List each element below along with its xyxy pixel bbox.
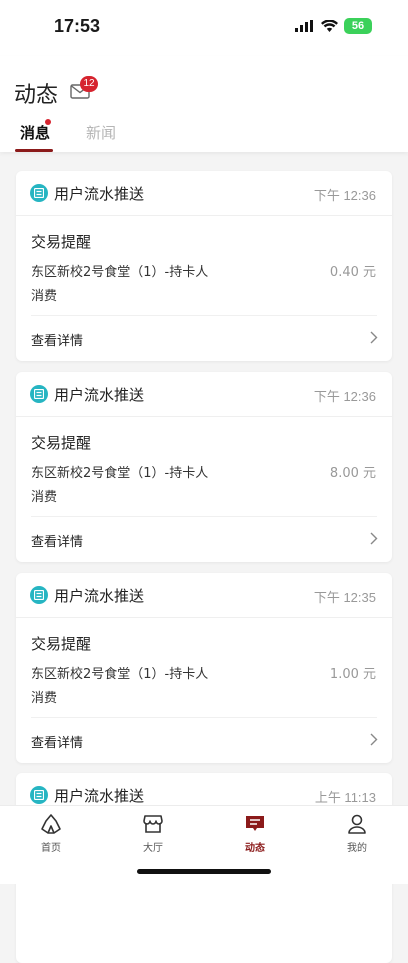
battery-icon: 56 — [344, 18, 372, 34]
nav-feed[interactable]: 动态 — [204, 806, 306, 856]
nav-label: 我的 — [347, 843, 367, 854]
card-header: 用户流水推送 下午 12:36 — [16, 372, 392, 417]
nav-label: 动态 — [245, 843, 265, 854]
card-divider — [31, 516, 377, 517]
view-detail-link[interactable]: 查看详情 — [31, 732, 83, 751]
card-source: 用户流水推送 — [54, 386, 145, 404]
nav-home[interactable]: 首页 — [0, 806, 102, 856]
message-icon — [246, 816, 264, 831]
card-merchant: 东区新校2号食堂（1）-持卡人 — [31, 466, 209, 481]
card-amount: 0.40 元 — [329, 265, 376, 280]
push-source-icon — [30, 586, 48, 604]
card-type: 消费 — [31, 289, 58, 304]
status-icons: 56 — [295, 18, 372, 34]
card-time: 下午 12:36 — [313, 389, 376, 404]
tab-messages[interactable]: 消息 — [20, 122, 50, 143]
card-divider — [31, 717, 377, 718]
home-icon — [41, 814, 61, 834]
view-detail-link[interactable]: 查看详情 — [31, 330, 83, 349]
card-merchant: 东区新校2号食堂（1）-持卡人 — [31, 667, 209, 682]
card-source: 用户流水推送 — [54, 185, 145, 203]
card-type: 消费 — [31, 691, 58, 706]
chevron-right-icon[interactable] — [370, 331, 378, 344]
mail-badge: 12 — [80, 76, 98, 92]
tab-underline — [15, 149, 53, 152]
status-bar: 17:53 56 — [0, 0, 408, 56]
card-time: 下午 12:36 — [313, 188, 376, 203]
card-type: 消费 — [31, 490, 58, 505]
card-source: 用户流水推送 — [54, 587, 145, 605]
push-source-icon — [30, 385, 48, 403]
card-title: 交易提醒 — [31, 635, 92, 653]
card-amount: 8.00 元 — [329, 466, 376, 481]
card-title: 交易提醒 — [31, 233, 92, 251]
page-header: 动态 12 消息 新闻 — [0, 56, 408, 152]
card-header: 用户流水推送 下午 12:35 — [16, 573, 392, 618]
card-header: 用户流水推送 下午 12:36 — [16, 171, 392, 216]
chevron-right-icon[interactable] — [370, 532, 378, 545]
nav-label: 大厅 — [143, 843, 163, 854]
push-source-icon — [30, 786, 48, 804]
signal-icon — [295, 20, 313, 32]
tab-unread-dot — [45, 119, 51, 125]
tab-news[interactable]: 新闻 — [86, 122, 116, 143]
card-divider — [31, 315, 377, 316]
message-card[interactable]: 用户流水推送 下午 12:36 交易提醒 东区新校2号食堂（1）-持卡人 0.4… — [16, 171, 392, 361]
shop-icon — [143, 815, 163, 833]
user-icon — [348, 814, 366, 834]
message-card[interactable]: 用户流水推送 下午 12:35 交易提醒 东区新校2号食堂（1）-持卡人 1.0… — [16, 573, 392, 763]
message-card[interactable]: 用户流水推送 下午 12:36 交易提醒 东区新校2号食堂（1）-持卡人 8.0… — [16, 372, 392, 562]
card-time: 上午 11:13 — [314, 790, 376, 805]
card-time: 下午 12:35 — [313, 590, 376, 605]
card-title: 交易提醒 — [31, 434, 92, 452]
card-amount: 1.00 元 — [329, 667, 376, 682]
nav-label: 首页 — [41, 843, 61, 854]
home-indicator — [137, 869, 271, 874]
view-detail-link[interactable]: 查看详情 — [31, 531, 83, 550]
nav-mine[interactable]: 我的 — [306, 806, 408, 856]
page-title: 动态 — [14, 83, 59, 108]
card-source: 用户流水推送 — [54, 787, 145, 805]
push-source-icon — [30, 184, 48, 202]
status-time: 17:53 — [54, 16, 101, 36]
chevron-right-icon[interactable] — [370, 733, 378, 746]
wifi-icon — [321, 20, 338, 32]
card-merchant: 东区新校2号食堂（1）-持卡人 — [31, 265, 209, 280]
nav-hall[interactable]: 大厅 — [102, 806, 204, 856]
